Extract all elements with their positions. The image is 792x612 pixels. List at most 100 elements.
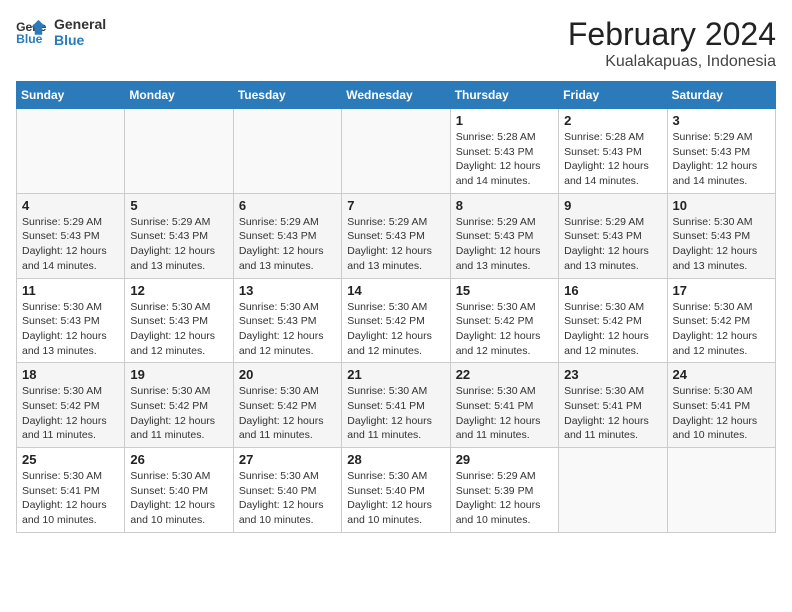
day-detail: Sunrise: 5:30 AM Sunset: 5:42 PM Dayligh… xyxy=(130,384,227,443)
calendar-cell: 26Sunrise: 5:30 AM Sunset: 5:40 PM Dayli… xyxy=(125,448,233,533)
calendar-table: SundayMondayTuesdayWednesdayThursdayFrid… xyxy=(16,81,776,533)
day-number: 23 xyxy=(564,367,661,382)
day-number: 9 xyxy=(564,198,661,213)
day-detail: Sunrise: 5:29 AM Sunset: 5:39 PM Dayligh… xyxy=(456,469,553,528)
day-detail: Sunrise: 5:30 AM Sunset: 5:41 PM Dayligh… xyxy=(347,384,444,443)
day-detail: Sunrise: 5:29 AM Sunset: 5:43 PM Dayligh… xyxy=(347,215,444,274)
calendar-cell: 8 Sunrise: 5:29 AM Sunset: 5:43 PM Daylig… xyxy=(450,193,558,278)
day-number: 18 xyxy=(22,367,119,382)
day-number: 4 xyxy=(22,198,119,213)
day-detail: Sunrise: 5:30 AM Sunset: 5:41 PM Dayligh… xyxy=(564,384,661,443)
calendar-title: February 2024 xyxy=(568,16,776,53)
day-detail: Sunrise: 5:30 AM Sunset: 5:42 PM Dayligh… xyxy=(239,384,336,443)
day-detail: Sunrise: 5:30 AM Sunset: 5:43 PM Dayligh… xyxy=(130,300,227,359)
day-number: 11 xyxy=(22,283,119,298)
logo: General Blue General Blue xyxy=(16,16,106,48)
day-number: 19 xyxy=(130,367,227,382)
calendar-header-row: SundayMondayTuesdayWednesdayThursdayFrid… xyxy=(17,82,776,109)
page-header: General Blue General Blue February 2024 … xyxy=(16,16,776,71)
calendar-cell: 12 Sunrise: 5:30 AM Sunset: 5:43 PM Dayli… xyxy=(125,278,233,363)
calendar-cell: 16 Sunrise: 5:30 AM Sunset: 5:42 PM Dayli… xyxy=(559,278,667,363)
day-number: 22 xyxy=(456,367,553,382)
day-number: 12 xyxy=(130,283,227,298)
calendar-cell: 3Sunrise: 5:29 AM Sunset: 5:43 PM Daylig… xyxy=(667,109,775,194)
calendar-cell: 27 Sunrise: 5:30 AM Sunset: 5:40 PM Dayli… xyxy=(233,448,341,533)
calendar-cell: 13 Sunrise: 5:30 AM Sunset: 5:43 PM Dayli… xyxy=(233,278,341,363)
calendar-cell: 10Sunrise: 5:30 AM Sunset: 5:43 PM Dayli… xyxy=(667,193,775,278)
day-detail: Sunrise: 5:28 AM Sunset: 5:43 PM Dayligh… xyxy=(456,130,553,189)
day-detail: Sunrise: 5:28 AM Sunset: 5:43 PM Dayligh… xyxy=(564,130,661,189)
day-number: 16 xyxy=(564,283,661,298)
day-detail: Sunrise: 5:29 AM Sunset: 5:43 PM Dayligh… xyxy=(564,215,661,274)
day-detail: Sunrise: 5:30 AM Sunset: 5:40 PM Dayligh… xyxy=(239,469,336,528)
calendar-cell: 9 Sunrise: 5:29 AM Sunset: 5:43 PM Daylig… xyxy=(559,193,667,278)
day-number: 7 xyxy=(347,198,444,213)
calendar-cell xyxy=(233,109,341,194)
calendar-cell: 15 Sunrise: 5:30 AM Sunset: 5:42 PM Dayli… xyxy=(450,278,558,363)
day-detail: Sunrise: 5:30 AM Sunset: 5:42 PM Dayligh… xyxy=(22,384,119,443)
title-block: February 2024 Kualakapuas, Indonesia xyxy=(568,16,776,71)
day-number: 15 xyxy=(456,283,553,298)
calendar-cell: 25 Sunrise: 5:30 AM Sunset: 5:41 PM Dayli… xyxy=(17,448,125,533)
day-number: 14 xyxy=(347,283,444,298)
calendar-cell xyxy=(342,109,450,194)
calendar-cell: 18 Sunrise: 5:30 AM Sunset: 5:42 PM Dayli… xyxy=(17,363,125,448)
day-number: 8 xyxy=(456,198,553,213)
calendar-cell: 20Sunrise: 5:30 AM Sunset: 5:42 PM Dayli… xyxy=(233,363,341,448)
day-number: 26 xyxy=(130,452,227,467)
day-detail: Sunrise: 5:30 AM Sunset: 5:42 PM Dayligh… xyxy=(564,300,661,359)
day-number: 28 xyxy=(347,452,444,467)
calendar-cell: 17 Sunrise: 5:30 AM Sunset: 5:42 PM Dayli… xyxy=(667,278,775,363)
calendar-cell xyxy=(17,109,125,194)
day-number: 2 xyxy=(564,113,661,128)
calendar-cell: 5 Sunrise: 5:29 AM Sunset: 5:43 PM Daylig… xyxy=(125,193,233,278)
day-detail: Sunrise: 5:30 AM Sunset: 5:42 PM Dayligh… xyxy=(347,300,444,359)
calendar-cell: 28 Sunrise: 5:30 AM Sunset: 5:40 PM Dayli… xyxy=(342,448,450,533)
day-detail: Sunrise: 5:30 AM Sunset: 5:43 PM Dayligh… xyxy=(239,300,336,359)
calendar-cell: 4 Sunrise: 5:29 AM Sunset: 5:43 PM Daylig… xyxy=(17,193,125,278)
calendar-cell: 1 Sunrise: 5:28 AM Sunset: 5:43 PM Daylig… xyxy=(450,109,558,194)
logo-icon: General Blue xyxy=(16,18,46,46)
calendar-cell: 2 Sunrise: 5:28 AM Sunset: 5:43 PM Daylig… xyxy=(559,109,667,194)
header-friday: Friday xyxy=(559,82,667,109)
calendar-cell: 7 Sunrise: 5:29 AM Sunset: 5:43 PM Daylig… xyxy=(342,193,450,278)
day-number: 1 xyxy=(456,113,553,128)
day-detail: Sunrise: 5:29 AM Sunset: 5:43 PM Dayligh… xyxy=(22,215,119,274)
day-number: 17 xyxy=(673,283,770,298)
day-number: 6 xyxy=(239,198,336,213)
day-detail: Sunrise: 5:29 AM Sunset: 5:43 PM Dayligh… xyxy=(130,215,227,274)
calendar-cell: 6 Sunrise: 5:29 AM Sunset: 5:43 PM Daylig… xyxy=(233,193,341,278)
calendar-week-4: 18 Sunrise: 5:30 AM Sunset: 5:42 PM Dayli… xyxy=(17,363,776,448)
calendar-cell: 14 Sunrise: 5:30 AM Sunset: 5:42 PM Dayli… xyxy=(342,278,450,363)
calendar-cell: 29Sunrise: 5:29 AM Sunset: 5:39 PM Dayli… xyxy=(450,448,558,533)
day-number: 25 xyxy=(22,452,119,467)
calendar-cell: 22 Sunrise: 5:30 AM Sunset: 5:41 PM Dayli… xyxy=(450,363,558,448)
day-detail: Sunrise: 5:30 AM Sunset: 5:42 PM Dayligh… xyxy=(456,300,553,359)
day-number: 13 xyxy=(239,283,336,298)
day-number: 27 xyxy=(239,452,336,467)
calendar-cell: 21 Sunrise: 5:30 AM Sunset: 5:41 PM Dayli… xyxy=(342,363,450,448)
calendar-subtitle: Kualakapuas, Indonesia xyxy=(568,53,776,71)
calendar-week-2: 4 Sunrise: 5:29 AM Sunset: 5:43 PM Daylig… xyxy=(17,193,776,278)
logo-blue: Blue xyxy=(54,32,106,48)
day-detail: Sunrise: 5:30 AM Sunset: 5:40 PM Dayligh… xyxy=(347,469,444,528)
header-monday: Monday xyxy=(125,82,233,109)
header-wednesday: Wednesday xyxy=(342,82,450,109)
day-detail: Sunrise: 5:30 AM Sunset: 5:41 PM Dayligh… xyxy=(22,469,119,528)
calendar-cell: 19 Sunrise: 5:30 AM Sunset: 5:42 PM Dayli… xyxy=(125,363,233,448)
day-detail: Sunrise: 5:30 AM Sunset: 5:42 PM Dayligh… xyxy=(673,300,770,359)
day-detail: Sunrise: 5:29 AM Sunset: 5:43 PM Dayligh… xyxy=(456,215,553,274)
day-detail: Sunrise: 5:30 AM Sunset: 5:43 PM Dayligh… xyxy=(22,300,119,359)
calendar-week-3: 11 Sunrise: 5:30 AM Sunset: 5:43 PM Dayli… xyxy=(17,278,776,363)
header-saturday: Saturday xyxy=(667,82,775,109)
day-detail: Sunrise: 5:29 AM Sunset: 5:43 PM Dayligh… xyxy=(239,215,336,274)
calendar-cell: 24Sunrise: 5:30 AM Sunset: 5:41 PM Dayli… xyxy=(667,363,775,448)
day-number: 5 xyxy=(130,198,227,213)
day-number: 21 xyxy=(347,367,444,382)
calendar-week-1: 1 Sunrise: 5:28 AM Sunset: 5:43 PM Daylig… xyxy=(17,109,776,194)
day-number: 24 xyxy=(673,367,770,382)
day-number: 10 xyxy=(673,198,770,213)
calendar-cell xyxy=(559,448,667,533)
calendar-cell: 23 Sunrise: 5:30 AM Sunset: 5:41 PM Dayli… xyxy=(559,363,667,448)
day-detail: Sunrise: 5:30 AM Sunset: 5:41 PM Dayligh… xyxy=(456,384,553,443)
